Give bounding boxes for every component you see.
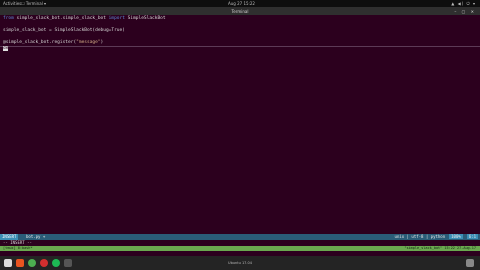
code-text: ) — [100, 40, 104, 45]
code-text: SimpleSlackBot — [124, 16, 166, 21]
apps-grid-icon[interactable] — [466, 259, 474, 267]
percent-indicator: 100% — [449, 234, 463, 239]
code-line-5: @simple_slack_bot.register("message") — [3, 40, 103, 45]
system-tray[interactable]: ▲ ◀) ⏻ ▾ — [451, 1, 476, 6]
code-line-6-text: de — [3, 46, 9, 51]
activities-button[interactable]: Activities — [3, 1, 21, 6]
window-controls[interactable]: – ▢ ✕ — [454, 9, 476, 14]
text-cursor: de — [3, 46, 9, 51]
code-text: simple_slack_bot.simple_slack_bot — [13, 16, 109, 21]
code-line-3: simple_slack_bot = SimpleSlackBot(debug=… — [3, 28, 125, 33]
code-text: @simple_slack_bot.register( — [3, 40, 77, 45]
encoding-info: unix | utf-8 | python — [394, 234, 446, 239]
window-titlebar[interactable]: Terminal – ▢ ✕ — [0, 7, 480, 15]
keyword: from — [3, 16, 14, 21]
system-top-bar: Activities ☐ Terminal ▾ Aug 27 15:22 ▲ ◀… — [0, 0, 480, 7]
tmux-session: [tmux] 0:bash* — [3, 246, 33, 250]
keyword: import — [108, 16, 125, 21]
string-literal: "message" — [76, 40, 101, 45]
app-menu[interactable]: ☐ Terminal ▾ — [21, 1, 46, 6]
clock[interactable]: Aug 27 15:22 — [228, 1, 255, 6]
tmux-info: "simple_slack_bot" 15:22 27-Aug-17 — [404, 246, 476, 250]
code-line-1: from simple_slack_bot.simple_slack_bot i… — [3, 16, 166, 21]
taskbar: Ubuntu 17.04 — [0, 256, 480, 270]
cursor-line-highlight — [0, 46, 480, 47]
taskbar-label: Ubuntu 17.04 — [228, 261, 252, 265]
window-title: Terminal — [231, 9, 249, 14]
editor-area[interactable]: from simple_slack_bot.simple_slack_bot i… — [0, 15, 480, 234]
cursor-position: 6:1 — [466, 234, 478, 239]
tmux-status-bar: [tmux] 0:bash* "simple_slack_bot" 15:22 … — [0, 246, 480, 251]
